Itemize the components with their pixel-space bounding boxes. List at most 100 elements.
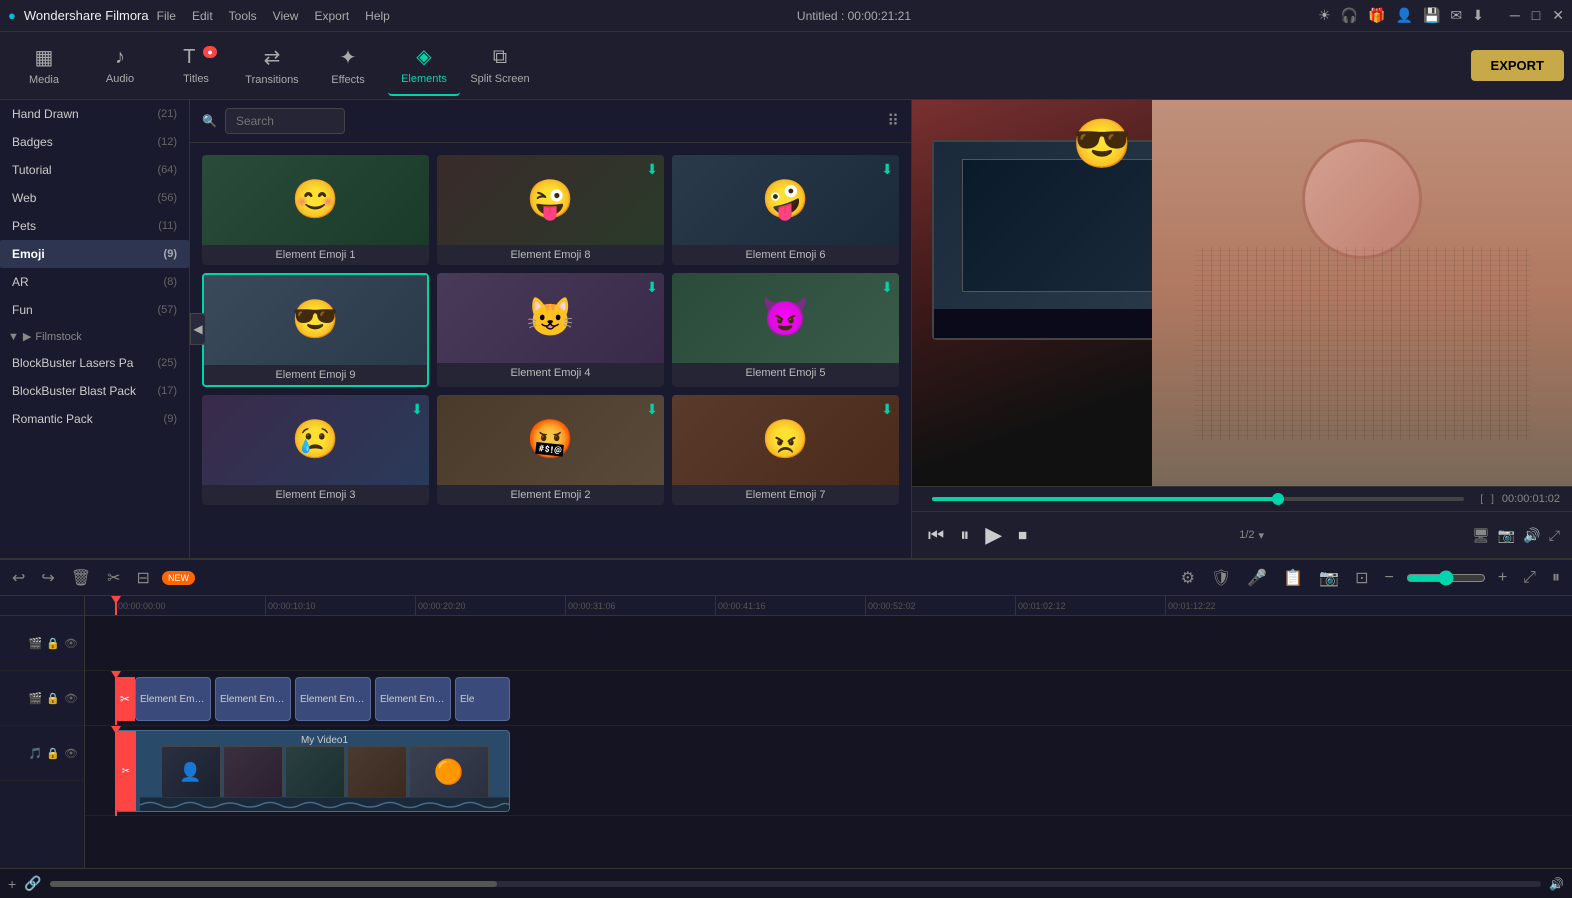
crop-icon[interactable]: ⊡ <box>1351 564 1372 592</box>
menu-help[interactable]: Help <box>365 9 390 23</box>
search-input[interactable] <box>225 108 345 134</box>
export-button[interactable]: EXPORT <box>1471 50 1564 81</box>
video-clip-1[interactable]: ✂ My Video1 👤 🟠 <box>115 730 510 812</box>
sidebar-item-tutorial[interactable]: Tutorial (64) <box>0 156 189 184</box>
element-item-emoji-3[interactable]: 😢 ⬇ Element Emoji 3 <box>202 395 429 505</box>
sidebar-item-blockbuster-blast[interactable]: BlockBuster Blast Pack (17) <box>0 377 189 405</box>
element-item-emoji-1[interactable]: 😊 Element Emoji 1 <box>202 155 429 265</box>
track-lock2-icon[interactable]: 🔒 <box>46 692 60 705</box>
track-lock-icon[interactable]: 🔒 <box>46 637 60 650</box>
sidebar-item-badges[interactable]: Badges (12) <box>0 128 189 156</box>
fit-to-screen-button[interactable]: ⤢ <box>1519 565 1540 591</box>
playhead[interactable] <box>115 596 117 615</box>
element-item-emoji-8[interactable]: 😜 ⬇ Element Emoji 8 <box>437 155 664 265</box>
screenshot-icon[interactable]: 📷 <box>1498 527 1515 544</box>
track-settings-icon[interactable]: ⚙ <box>1177 564 1199 592</box>
snapshot-icon[interactable]: 📷 <box>1315 564 1343 592</box>
sidebar-item-web[interactable]: Web (56) <box>0 184 189 212</box>
sidebar-item-romantic-pack[interactable]: Romantic Pack (9) <box>0 405 189 433</box>
toolbar-elements[interactable]: ◈ Elements <box>388 36 460 96</box>
zoom-in-button[interactable]: + <box>1494 565 1511 591</box>
step-back-button[interactable]: ⏸ <box>956 521 973 550</box>
scrollbar-handle[interactable] <box>50 881 497 887</box>
brightness-icon[interactable]: ☀ <box>1318 7 1331 24</box>
redo-button[interactable]: ↪ <box>37 564 58 592</box>
element-clip-2[interactable]: Element Emoji 9 <box>215 677 291 721</box>
sidebar-item-ar[interactable]: AR (8) <box>0 268 189 296</box>
mail-icon[interactable]: ✉ <box>1450 7 1462 24</box>
download-icon-emoji-5[interactable]: ⬇ <box>881 279 893 296</box>
undo-button[interactable]: ↩ <box>8 564 29 592</box>
toolbar-titles[interactable]: T● Titles <box>160 36 232 96</box>
sidebar-item-blockbuster-lasers[interactable]: BlockBuster Lasers Pa (25) <box>0 349 189 377</box>
zoom-out-button[interactable]: − <box>1380 565 1397 591</box>
download-icon-emoji-2[interactable]: ⬇ <box>646 401 658 418</box>
track-eye3-icon[interactable]: 👁 <box>64 747 78 760</box>
download-icon-emoji-8[interactable]: ⬇ <box>646 161 658 178</box>
save-icon[interactable]: 💾 <box>1423 7 1440 24</box>
toolbar-transitions[interactable]: ⇄ Transitions <box>236 36 308 96</box>
progress-bar[interactable] <box>932 497 1464 501</box>
screen-size-icon[interactable]: 🖥 <box>1472 527 1490 544</box>
delete-button[interactable]: 🗑 <box>67 564 95 592</box>
headphones-icon[interactable]: 🎧 <box>1341 7 1358 24</box>
link-tracks-button[interactable]: 🔗 <box>24 875 41 892</box>
track-lock3-icon[interactable]: 🔒 <box>46 747 60 760</box>
toolbar-audio[interactable]: ♪ Audio <box>84 36 156 96</box>
out-point-icon[interactable]: ] <box>1491 494 1494 505</box>
element-clip-1[interactable]: Element Emoji 9 <box>135 677 211 721</box>
fullscreen-icon[interactable]: ⤢ <box>1549 527 1560 544</box>
element-item-emoji-6[interactable]: 🤪 ⬇ Element Emoji 6 <box>672 155 899 265</box>
user-icon[interactable]: 👤 <box>1396 7 1413 24</box>
element-item-emoji-7[interactable]: 😠 ⬇ Element Emoji 7 <box>672 395 899 505</box>
panel-collapse-button[interactable]: ◀ <box>190 313 206 345</box>
element-item-emoji-2[interactable]: 🤬 ⬇ Element Emoji 2 <box>437 395 664 505</box>
pause-render-button[interactable]: ⏸ <box>1548 565 1564 591</box>
element-clip-5[interactable]: Ele <box>455 677 510 721</box>
stop-button[interactable]: ⏹ <box>1014 521 1031 550</box>
volume-icon[interactable]: 🔊 <box>1523 527 1540 544</box>
filmstock-group[interactable]: ▼ ▶ Filmstock <box>0 324 189 349</box>
sidebar-item-pets[interactable]: Pets (11) <box>0 212 189 240</box>
toolbar-effects[interactable]: ✦ Effects <box>312 36 384 96</box>
menu-file[interactable]: File <box>157 9 176 23</box>
add-track-button[interactable]: + <box>8 876 16 892</box>
clip-settings-icon[interactable]: 🛡 <box>1207 564 1235 592</box>
download-icon-emoji-3[interactable]: ⬇ <box>411 401 423 418</box>
timeline-scrollbar[interactable] <box>50 881 1541 887</box>
track-eye-icon[interactable]: 👁 <box>64 637 78 650</box>
in-point-icon[interactable]: [ <box>1480 494 1483 505</box>
close-button[interactable]: ✕ <box>1552 7 1564 24</box>
progress-handle[interactable] <box>1272 493 1284 505</box>
menu-export[interactable]: Export <box>314 9 349 23</box>
scene-icon[interactable]: 📋 <box>1279 564 1307 592</box>
element-item-emoji-4[interactable]: 😺 ⬇ Element Emoji 4 <box>437 273 664 387</box>
element-clip-3[interactable]: Element Emoji 9 <box>295 677 371 721</box>
volume-icon-bottom[interactable]: 🔊 <box>1549 877 1564 891</box>
grid-options-icon[interactable]: ⠿ <box>887 111 899 131</box>
maximize-button[interactable]: □ <box>1532 7 1540 24</box>
minimize-button[interactable]: ─ <box>1510 7 1520 24</box>
element-clip-4[interactable]: Element Emoji 1 <box>375 677 451 721</box>
play-button[interactable]: ▶ <box>981 518 1006 552</box>
element-item-emoji-5[interactable]: 😈 ⬇ Element Emoji 5 <box>672 273 899 387</box>
zoom-slider[interactable] <box>1406 570 1486 586</box>
toolbar-split-screen[interactable]: ⧉ Split Screen <box>464 36 536 96</box>
rewind-button[interactable]: ⏮ <box>924 521 948 550</box>
mic-icon[interactable]: 🎤 <box>1243 564 1271 592</box>
play-count-dropdown[interactable]: ▾ <box>1259 529 1265 542</box>
download-icon-emoji-7[interactable]: ⬇ <box>881 401 893 418</box>
menu-view[interactable]: View <box>273 9 299 23</box>
download-icon[interactable]: ⬇ <box>1472 7 1484 24</box>
sidebar-item-fun[interactable]: Fun (57) <box>0 296 189 324</box>
download-icon-emoji-4[interactable]: ⬇ <box>646 279 658 296</box>
sidebar-item-hand-drawn[interactable]: Hand Drawn (21) <box>0 100 189 128</box>
element-item-emoji-9[interactable]: 😎 Element Emoji 9 <box>202 273 429 387</box>
sidebar-item-emoji[interactable]: Emoji (9) <box>0 240 189 268</box>
cut-button[interactable]: ✂ <box>103 564 124 592</box>
menu-edit[interactable]: Edit <box>192 9 213 23</box>
gift-icon[interactable]: 🎁 <box>1368 7 1385 24</box>
menu-tools[interactable]: Tools <box>229 9 257 23</box>
toolbar-media[interactable]: ▦ Media <box>8 36 80 96</box>
track-eye2-icon[interactable]: 👁 <box>64 692 78 705</box>
